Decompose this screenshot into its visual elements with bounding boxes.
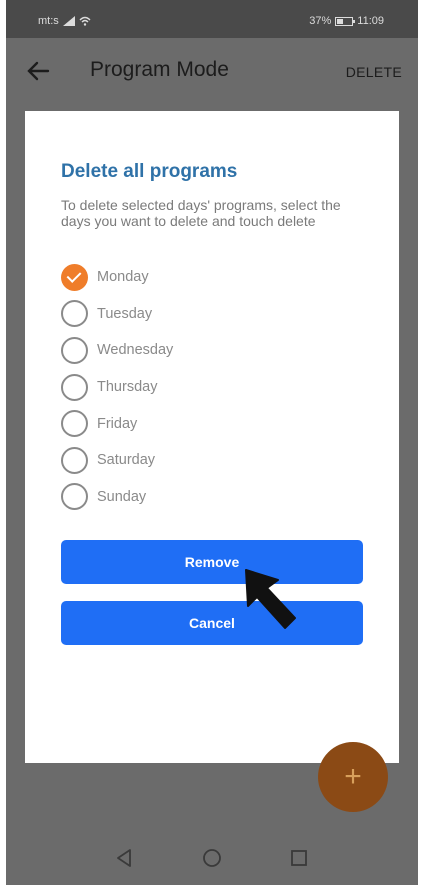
day-label: Sunday <box>97 488 147 505</box>
plus-icon: + <box>344 760 362 793</box>
phone-screen: mt:s 37% 11:09 Program Mode DELETE Delet… <box>6 0 418 885</box>
dialog-title: Delete all programs <box>61 161 238 182</box>
day-label: Friday <box>97 415 138 432</box>
day-label: Thursday <box>97 379 158 396</box>
day-item-friday[interactable]: Friday <box>61 405 361 442</box>
checkbox-icon[interactable] <box>61 483 88 511</box>
nav-recents-icon[interactable] <box>289 848 309 868</box>
nav-back-icon[interactable] <box>115 848 135 868</box>
page-title: Program Mode <box>90 58 229 81</box>
signal-icon <box>62 16 75 26</box>
status-bar: mt:s 37% 11:09 <box>6 0 418 38</box>
day-label: Tuesday <box>97 305 153 322</box>
navigation-bar <box>6 826 418 885</box>
clock: 11:09 <box>357 15 384 27</box>
checkbox-icon[interactable] <box>61 300 88 328</box>
day-list: Monday Tuesday Wednesday Thursday Friday… <box>61 259 361 515</box>
app-bar: Program Mode DELETE <box>6 38 418 104</box>
checkbox-icon[interactable] <box>61 263 88 291</box>
checkbox-icon[interactable] <box>61 373 88 401</box>
dialog-message: To delete selected days' programs, selec… <box>61 197 341 229</box>
status-left: mt:s <box>38 15 91 27</box>
day-item-monday[interactable]: Monday <box>61 259 361 296</box>
battery-percent: 37% <box>309 15 332 27</box>
add-program-button[interactable]: + <box>318 742 388 812</box>
wifi-icon <box>79 16 91 26</box>
day-label: Monday <box>97 269 149 286</box>
checkbox-icon[interactable] <box>61 446 88 474</box>
cancel-button[interactable]: Cancel <box>61 601 363 645</box>
pointer-arrow-icon <box>245 569 296 629</box>
remove-button[interactable]: Remove <box>61 540 363 584</box>
day-item-tuesday[interactable]: Tuesday <box>61 296 361 333</box>
checkbox-icon[interactable] <box>61 410 88 438</box>
day-label: Saturday <box>97 452 156 469</box>
day-item-thursday[interactable]: Thursday <box>61 369 361 406</box>
status-right: 37% 11:09 <box>309 15 384 27</box>
delete-dialog: Delete all programs To delete selected d… <box>25 111 399 763</box>
nav-home-icon[interactable] <box>202 848 222 868</box>
back-arrow-icon[interactable] <box>24 57 52 85</box>
battery-icon <box>335 16 356 26</box>
day-item-saturday[interactable]: Saturday <box>61 442 361 479</box>
checkbox-icon[interactable] <box>61 336 88 364</box>
day-item-wednesday[interactable]: Wednesday <box>61 332 361 369</box>
carrier-label: mt:s <box>38 15 59 27</box>
day-item-sunday[interactable]: Sunday <box>61 479 361 516</box>
delete-action-button[interactable]: DELETE <box>346 64 402 80</box>
day-label: Wednesday <box>97 342 174 359</box>
